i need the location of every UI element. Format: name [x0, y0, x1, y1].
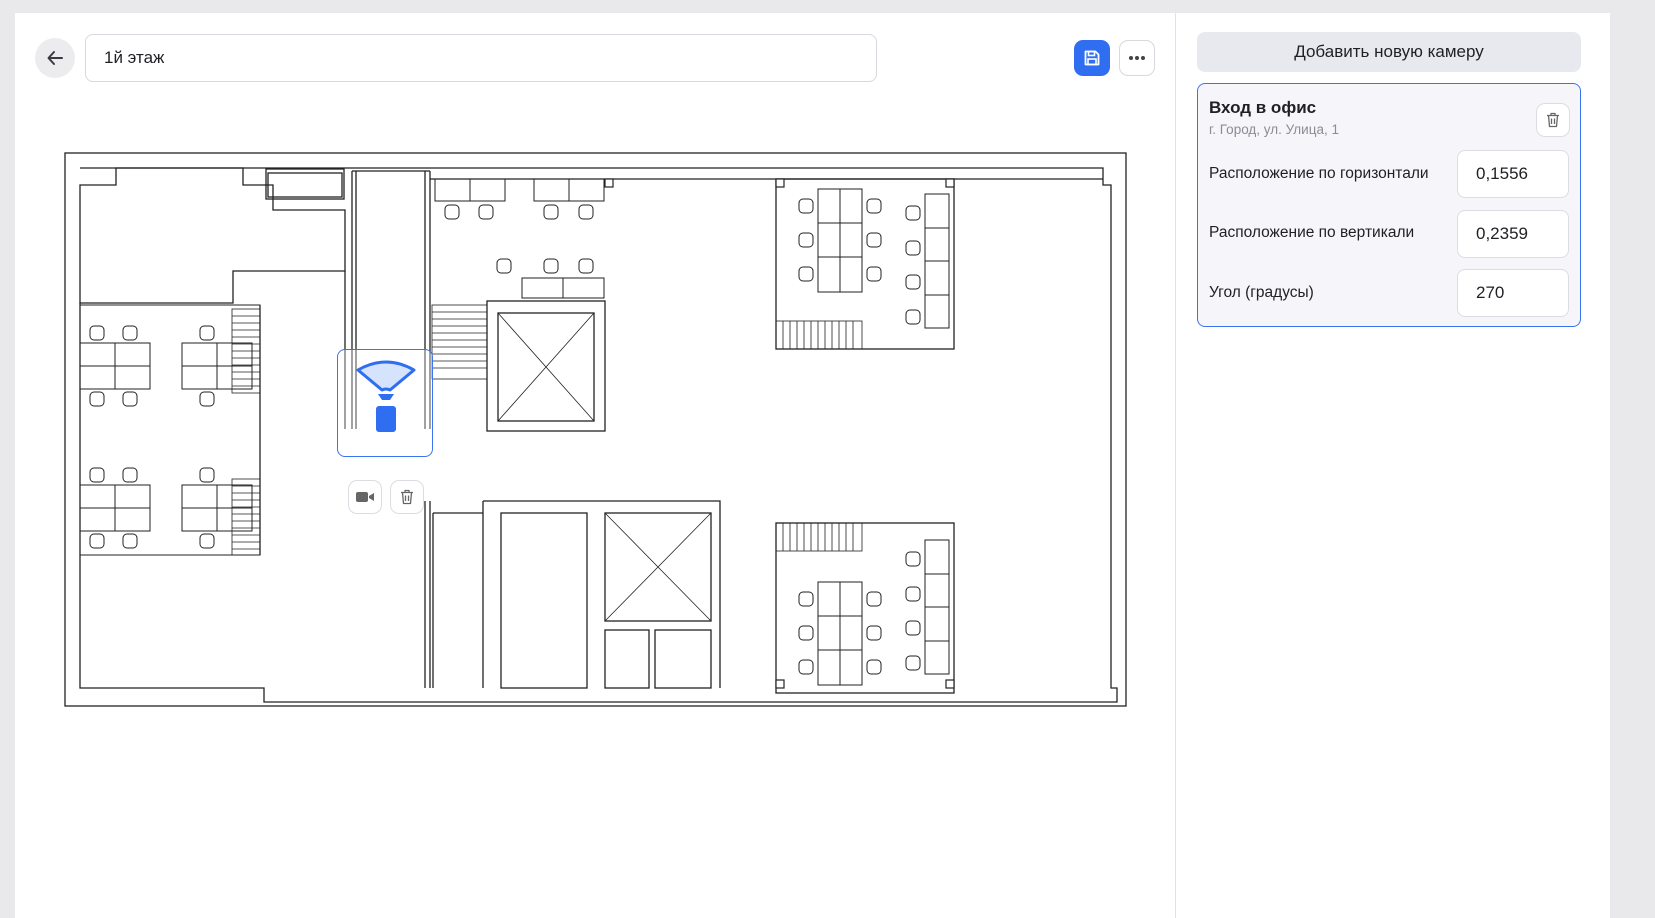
camera-address: г. Город, ул. Улица, 1	[1209, 122, 1339, 137]
horizontal-position-input[interactable]	[1457, 150, 1569, 198]
camera-view-button[interactable]	[348, 480, 382, 514]
video-camera-icon	[356, 492, 374, 502]
horizontal-position-label: Расположение по горизонтали	[1209, 165, 1429, 182]
angle-label: Угол (градусы)	[1209, 284, 1314, 301]
angle-input[interactable]	[1457, 269, 1569, 317]
add-camera-button[interactable]: Добавить новую камеру	[1197, 32, 1581, 72]
camera-delete-button[interactable]	[390, 480, 424, 514]
camera-sidebar: Добавить новую камеру Вход в офис г. Гор…	[1175, 13, 1610, 918]
floor-plan-drawing	[64, 152, 1127, 707]
camera-name: Вход в офис	[1209, 98, 1317, 117]
vertical-position-label: Расположение по вертикали	[1209, 224, 1415, 241]
camera-fov-icon	[356, 360, 416, 432]
trash-icon	[1547, 112, 1559, 128]
floor-plan-editor	[15, 13, 1176, 918]
app-frame: Добавить новую камеру Вход в офис г. Гор…	[15, 13, 1610, 918]
trash-icon	[401, 489, 413, 505]
vertical-position-input[interactable]	[1457, 210, 1569, 258]
selected-camera-marker[interactable]	[337, 349, 433, 457]
camera-card-delete-button[interactable]	[1536, 103, 1570, 137]
camera-card[interactable]: Вход в офис г. Город, ул. Улица, 1 Распо…	[1197, 83, 1581, 327]
